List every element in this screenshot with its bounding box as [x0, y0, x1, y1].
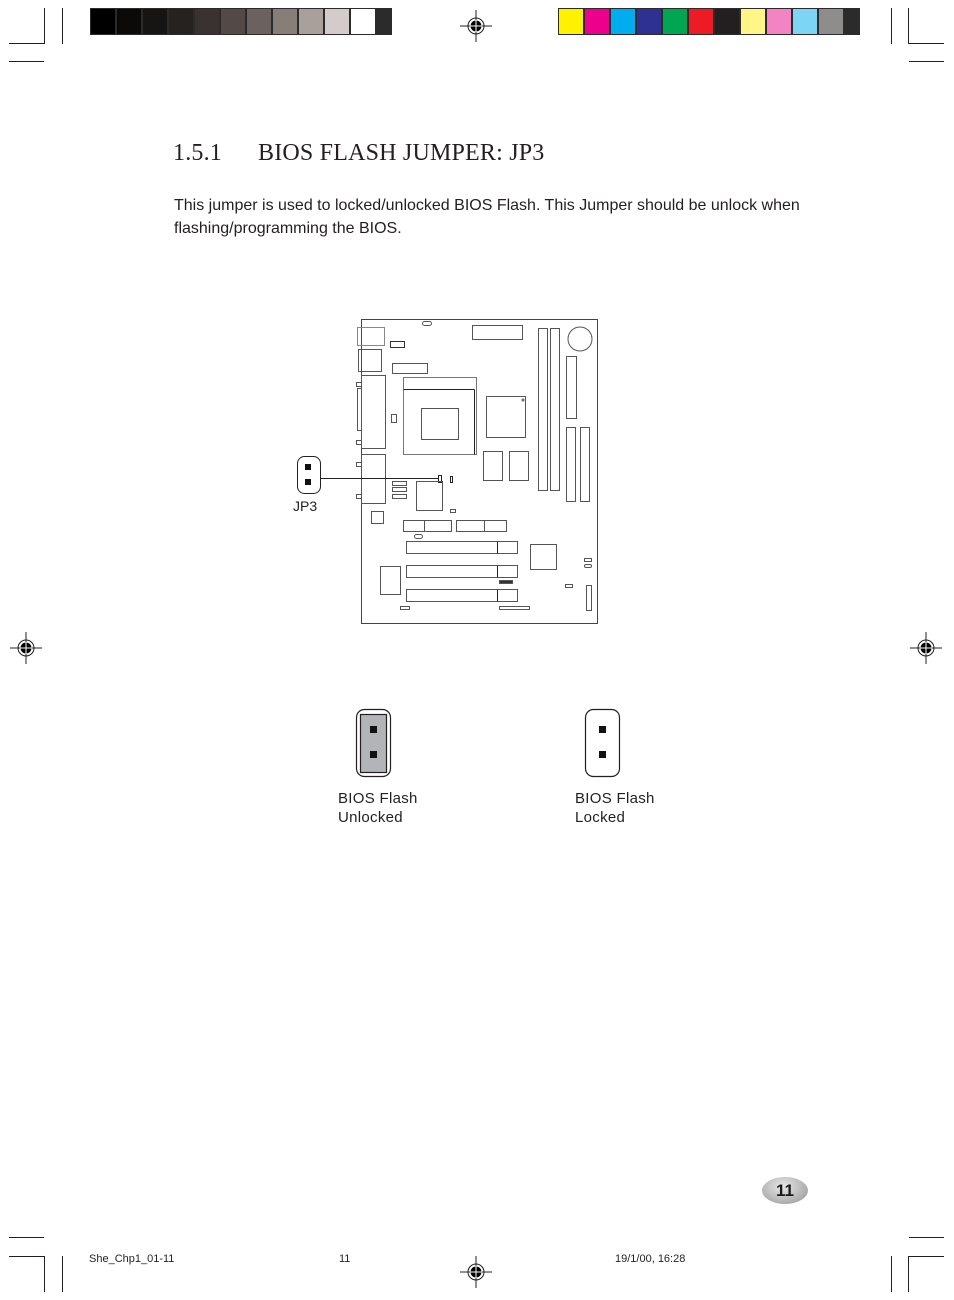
pci-slot [406, 565, 518, 578]
registration-mark-icon [460, 10, 492, 42]
color-swatch [559, 9, 583, 34]
battery [567, 326, 593, 352]
section-title: BIOS FLASH JUMPER: JP3 [258, 140, 545, 166]
pci-slot [406, 589, 518, 602]
crop-mark [909, 43, 944, 44]
dimm-slot [550, 328, 560, 491]
color-swatch [273, 9, 297, 34]
southbridge-chip [530, 544, 557, 570]
crop-mark [9, 43, 44, 44]
jumper-caption-locked: BIOS Flash Locked [575, 789, 655, 827]
color-swatch [611, 9, 635, 34]
crop-mark [44, 1256, 45, 1292]
jumper-caption-unlocked: BIOS Flash Unlocked [338, 789, 418, 827]
caption-line: Unlocked [338, 809, 403, 826]
color-swatch [585, 9, 609, 34]
caption-line: BIOS Flash [575, 790, 655, 807]
color-swatch [637, 9, 661, 34]
color-swatch [117, 9, 141, 34]
crop-mark [909, 61, 944, 62]
page-number-badge: 11 [762, 1177, 808, 1204]
section-number: 1.5.1 [173, 140, 222, 166]
northbridge-chip [486, 396, 526, 438]
registration-mark-icon [910, 632, 942, 664]
color-swatch [247, 9, 271, 34]
color-swatch [325, 9, 349, 34]
section-heading: 1.5.1 BIOS FLASH JUMPER: JP3 [173, 140, 544, 167]
registration-mark-icon [460, 1256, 492, 1288]
ide-connector [566, 427, 576, 502]
color-swatch [741, 9, 765, 34]
jumper-locked-icon [584, 708, 621, 778]
color-swatch [299, 9, 323, 34]
color-swatch [91, 9, 115, 34]
jp3-callout-label: JP3 [293, 498, 318, 514]
process-color-bar [558, 8, 860, 35]
color-swatch [767, 9, 791, 34]
crop-mark [891, 8, 892, 44]
color-swatch [793, 9, 817, 34]
color-swatch [195, 9, 219, 34]
body-paragraph: This jumper is used to locked/unlocked B… [174, 197, 800, 237]
color-swatch [169, 9, 193, 34]
crop-mark [908, 1256, 909, 1292]
color-swatch [221, 9, 245, 34]
registration-mark-icon [10, 632, 42, 664]
footer-page: 11 [339, 1253, 351, 1265]
jp3-enlarged-jumper [297, 456, 321, 494]
footer-filename: She_Chp1_01-11 [89, 1253, 175, 1265]
crop-mark [62, 8, 63, 44]
crop-mark [908, 8, 909, 44]
crop-mark [9, 61, 44, 62]
dimm-slot [538, 328, 548, 491]
caption-line: Locked [575, 809, 626, 826]
color-swatch [351, 9, 375, 34]
crop-mark [9, 1256, 44, 1257]
grayscale-color-bar [90, 8, 392, 35]
header-block [390, 341, 405, 348]
crop-mark [891, 1256, 892, 1292]
parallel-port [361, 375, 386, 449]
color-swatch [689, 9, 713, 34]
crop-mark [62, 1256, 63, 1292]
color-swatch [663, 9, 687, 34]
crop-mark [44, 8, 45, 44]
color-swatch [819, 9, 843, 34]
pci-slot [406, 541, 518, 554]
color-swatch [143, 9, 167, 34]
color-swatch [715, 9, 739, 34]
motherboard-layout-diagram [297, 319, 598, 624]
floppy-connector [566, 356, 577, 419]
footer-timestamp: 19/1/00, 16:28 [615, 1253, 686, 1265]
crop-mark [9, 1237, 44, 1238]
ide-connector [580, 427, 590, 502]
crop-mark [909, 1237, 944, 1238]
caption-line: BIOS Flash [338, 790, 418, 807]
crop-mark [909, 1256, 944, 1257]
jumper-unlocked-icon [355, 708, 392, 778]
